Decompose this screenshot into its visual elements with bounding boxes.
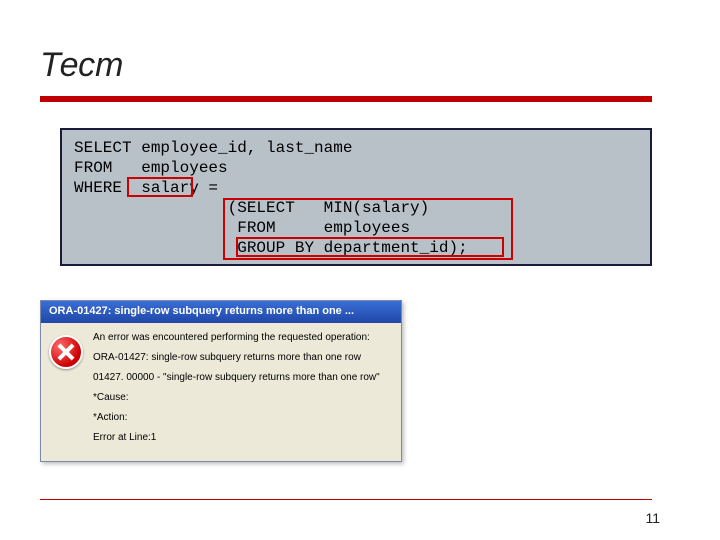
error-line-at: Error at Line:1 [93,431,391,445]
sql-line-4: (SELECT MIN(salary) [74,199,429,217]
error-dialog: ORA-01427: single-row subquery returns m… [40,300,402,462]
error-dialog-body: An error was encountered performing the … [41,323,401,461]
error-line-action: *Action: [93,411,391,425]
error-line-code: 01427. 00000 - "single-row subquery retu… [93,371,391,385]
error-dialog-titlebar: ORA-01427: single-row subquery returns m… [41,301,401,323]
error-dialog-text: An error was encountered performing the … [93,331,391,451]
footer-divider [40,499,652,500]
error-line-cause: *Cause: [93,391,391,405]
sql-line-6: GROUP BY department_id); [74,239,468,257]
sql-line-3: WHERE salary = [74,179,218,197]
error-line-ora: ORA-01427: single-row subquery returns m… [93,351,391,365]
sql-line-5: FROM employees [74,219,410,237]
slide-title: Тест [40,46,124,85]
sql-line-1: SELECT employee_id, last_name [74,139,352,157]
error-line-intro: An error was encountered performing the … [93,331,391,345]
page-number: 11 [645,510,660,526]
sql-code-block: SELECT employee_id, last_name FROM emplo… [60,128,652,266]
sql-line-2: FROM employees [74,159,228,177]
error-icon [49,335,83,369]
title-underline [40,96,652,102]
